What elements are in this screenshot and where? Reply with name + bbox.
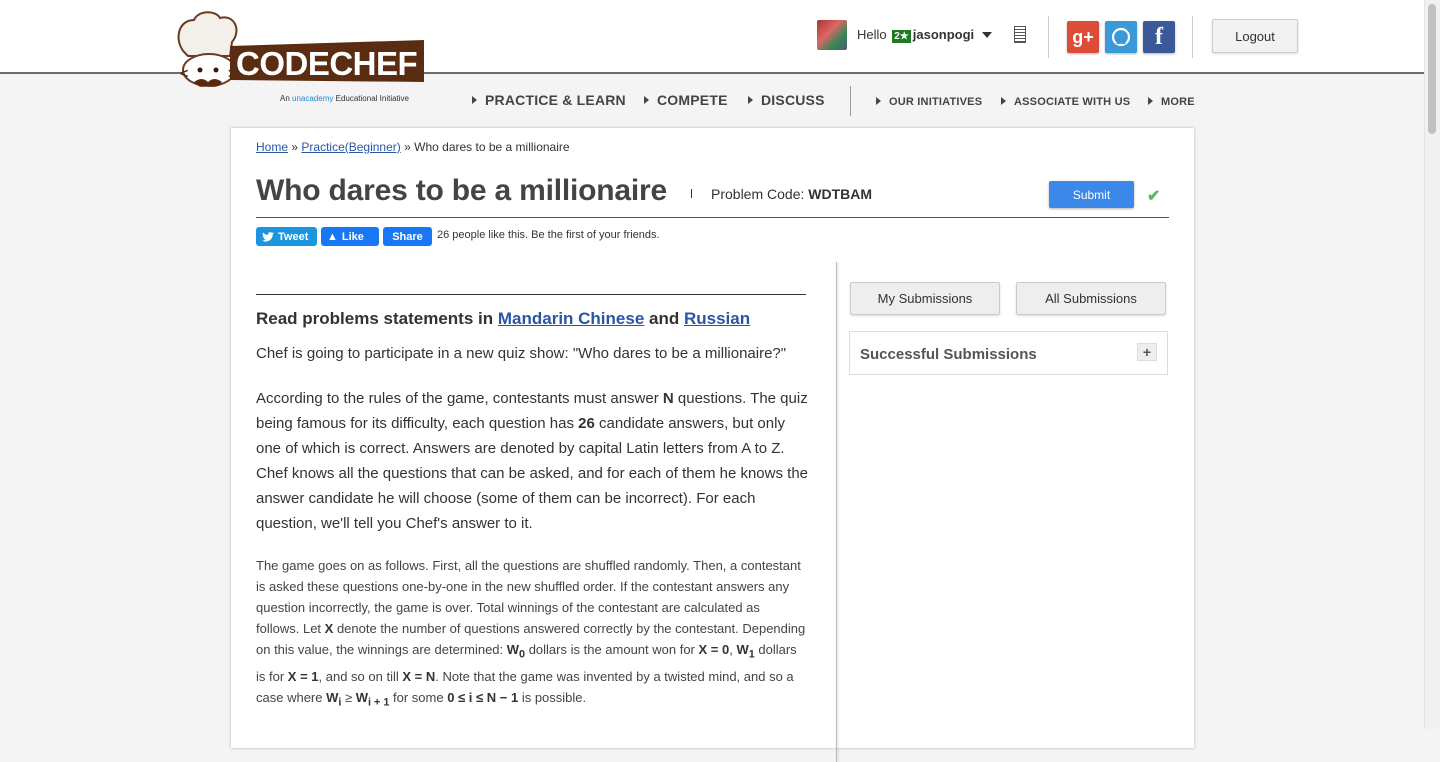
statement-paragraph-1: Chef is going to participate in a new qu… [256, 345, 787, 362]
breadcrumb: Home » Practice(Beginner) » Who dares to… [256, 140, 570, 154]
statement-paragraph-2: According to the rules of the game, cont… [256, 390, 809, 532]
problem-card: Home » Practice(Beginner) » Who dares to… [231, 128, 1194, 762]
triangle-right-icon [748, 96, 753, 105]
solved-check-icon: ✔ [1147, 188, 1161, 205]
breadcrumb-practice-link[interactable]: Practice(Beginner) [301, 140, 400, 154]
my-submissions-button[interactable]: My Submissions [850, 282, 1000, 315]
likes-count-text: 26 people like this. Be the first of you… [437, 229, 660, 241]
triangle-right-icon [644, 96, 649, 105]
translations-heading: Read problems statements in Mandarin Chi… [256, 309, 751, 328]
google-plus-icon[interactable]: g+ [1067, 21, 1099, 53]
codechef-logo-mark: < > CODECHEF [177, 11, 424, 87]
header-divider [1192, 16, 1193, 58]
username: jasonpogi [912, 27, 975, 42]
nav-compete[interactable]: COMPETE [644, 92, 728, 108]
successful-submissions-panel: Successful Submissions + [849, 331, 1168, 375]
thumbs-up-icon: ▲ [327, 230, 338, 243]
logout-button[interactable]: Logout [1212, 19, 1298, 53]
submit-button[interactable]: Submit [1049, 181, 1134, 208]
successful-submissions-title: Successful Submissions [860, 346, 1037, 363]
logo-tagline: An unacademy Educational Initiative [280, 94, 410, 103]
nav-our-initiatives[interactable]: OUR INITIATIVES [876, 96, 982, 108]
facebook-share-button[interactable]: Share [383, 227, 432, 246]
triangle-right-icon [472, 96, 477, 105]
svg-text:<: < [180, 67, 188, 83]
codechef-logo[interactable]: < > CODECHEF An unacademy Educational In… [172, 10, 432, 108]
triangle-right-icon [1001, 97, 1006, 106]
tweet-button[interactable]: Tweet [256, 227, 317, 246]
github-icon[interactable] [1105, 21, 1137, 53]
twitter-bird-icon [262, 231, 274, 242]
breadcrumb-home-link[interactable]: Home [256, 140, 288, 154]
notes-icon[interactable] [1014, 26, 1026, 43]
nav-more[interactable]: MORE [1148, 96, 1195, 108]
problem-code: Problem Code: WDTBAM [711, 186, 873, 202]
scrollbar-thumb[interactable] [1428, 4, 1436, 134]
nav-associate-with-us[interactable]: ASSOCIATE WITH US [1001, 96, 1130, 108]
nav-practice-learn[interactable]: PRACTICE & LEARN [472, 92, 626, 108]
user-avatar[interactable] [817, 20, 847, 50]
user-menu-caret-icon[interactable] [982, 32, 992, 38]
header-divider [1048, 16, 1049, 58]
russian-link[interactable]: Russian [684, 309, 750, 328]
nav-discuss[interactable]: DISCUSS [748, 92, 825, 108]
problem-title: Who dares to be a millionaire [256, 174, 667, 207]
all-submissions-button[interactable]: All Submissions [1016, 282, 1166, 315]
facebook-icon[interactable]: f [1143, 21, 1175, 53]
page-scrollbar[interactable] [1424, 0, 1440, 729]
triangle-right-icon [1148, 97, 1153, 106]
nav-divider [850, 86, 851, 116]
triangle-right-icon [876, 97, 881, 106]
title-separator [691, 189, 692, 198]
expand-plus-icon[interactable]: + [1137, 343, 1157, 361]
column-divider [836, 262, 837, 762]
statement-paragraph-3: The game goes on as follows. First, all … [256, 558, 806, 709]
breadcrumb-current: Who dares to be a millionaire [414, 140, 570, 154]
title-divider [256, 217, 1169, 218]
logo-wordmark: CODECHEF [236, 45, 417, 82]
statement-divider [256, 294, 806, 295]
mandarin-chinese-link[interactable]: Mandarin Chinese [498, 309, 644, 328]
facebook-like-button[interactable]: ▲ Like [321, 227, 379, 246]
user-greeting[interactable]: Hello 2★ jasonpogi [857, 27, 974, 43]
rank-badge: 2★ [892, 30, 911, 43]
